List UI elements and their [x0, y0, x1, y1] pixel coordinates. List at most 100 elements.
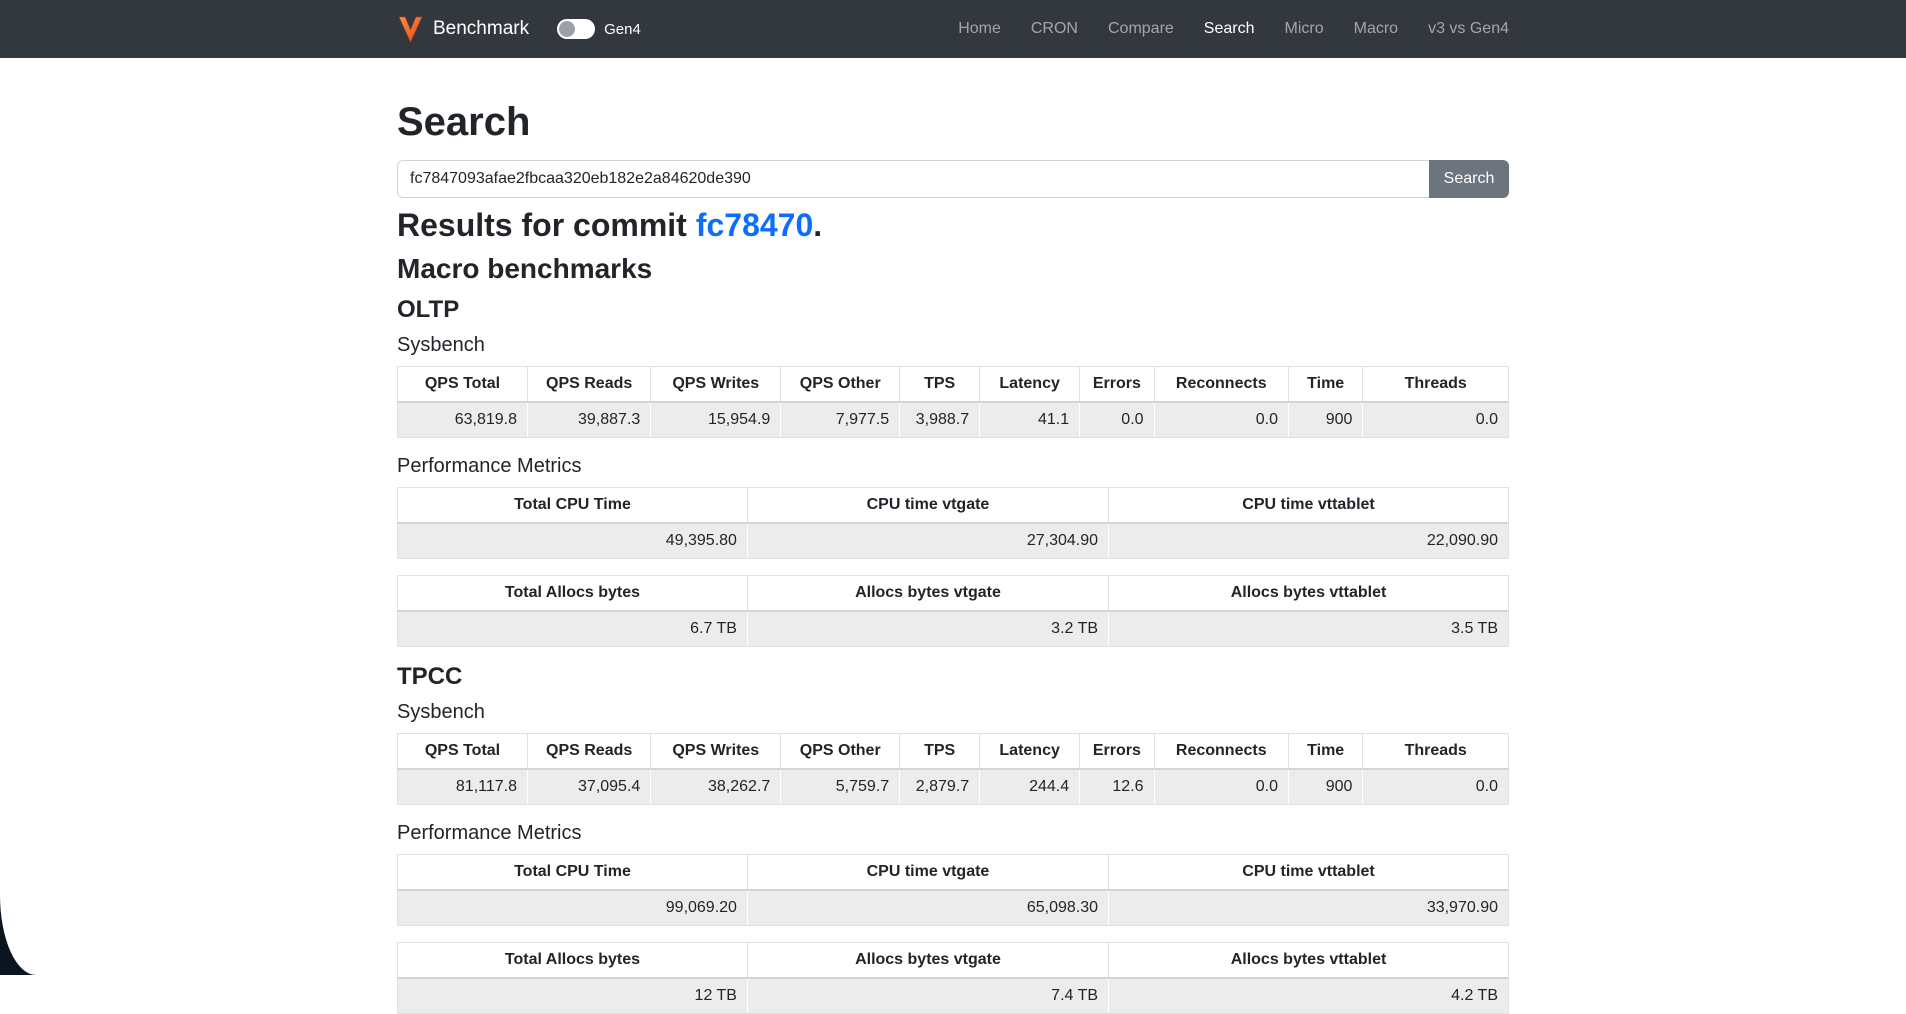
vitess-logo-icon [397, 16, 424, 43]
navbar: Benchmark Gen4 Home CRON Compare Search … [0, 0, 1906, 58]
results-prefix: Results for commit [397, 207, 687, 243]
section-oltp: OLTP Sysbench QPS Total QPS Reads QPS Wr… [397, 296, 1509, 647]
cpu-time-table: Total CPU Time CPU time vtgate CPU time … [397, 854, 1509, 926]
col-qps-other: QPS Other [781, 366, 900, 402]
col-allocs-vtgate: Allocs bytes vtgate [747, 942, 1108, 978]
col-time: Time [1288, 366, 1362, 402]
col-cpu-time-vtgate: CPU time vtgate [747, 487, 1108, 523]
search-input-group: Search [397, 160, 1509, 198]
col-time: Time [1288, 733, 1362, 769]
commit-link[interactable]: fc78470 [696, 207, 813, 243]
cell-cpu-time-vttablet: 22,090.90 [1109, 523, 1509, 559]
screen-corner-artifact [0, 895, 36, 975]
cell-cpu-time-vttablet: 33,970.90 [1109, 890, 1509, 926]
sysbench-results-table: QPS Total QPS Reads QPS Writes QPS Other… [397, 733, 1509, 805]
col-total-cpu-time: Total CPU Time [398, 487, 748, 523]
col-qps-writes: QPS Writes [651, 366, 781, 402]
col-tps: TPS [900, 733, 980, 769]
cell-total-allocs: 12 TB [398, 978, 748, 1014]
cell-cpu-time-vtgate: 65,098.30 [747, 890, 1108, 926]
col-reconnects: Reconnects [1154, 366, 1288, 402]
col-cpu-time-vtgate: CPU time vtgate [747, 854, 1108, 890]
col-qps-writes: QPS Writes [651, 733, 781, 769]
nav-item-cron[interactable]: CRON [1016, 20, 1093, 38]
cell-qps-reads: 37,095.4 [527, 769, 650, 805]
table-header-row: QPS Total QPS Reads QPS Writes QPS Other… [398, 733, 1509, 769]
cell-qps-other: 7,977.5 [781, 402, 900, 438]
table-row: 49,395.80 27,304.90 22,090.90 [398, 523, 1509, 559]
col-errors: Errors [1080, 366, 1154, 402]
cell-qps-writes: 38,262.7 [651, 769, 781, 805]
cell-tps: 3,988.7 [900, 402, 980, 438]
benchmark-title: OLTP [397, 296, 1509, 325]
col-errors: Errors [1080, 733, 1154, 769]
page-title: Search [397, 98, 1509, 146]
nav-item-v3-vs-gen4[interactable]: v3 vs Gen4 [1413, 20, 1509, 38]
table-row: 99,069.20 65,098.30 33,970.90 [398, 890, 1509, 926]
col-cpu-time-vttablet: CPU time vttablet [1109, 487, 1509, 523]
cell-allocs-vttablet: 3.5 TB [1109, 611, 1509, 647]
cell-threads: 0.0 [1363, 402, 1509, 438]
col-allocs-vtgate: Allocs bytes vtgate [747, 575, 1108, 611]
brand-link[interactable]: Benchmark [397, 16, 529, 43]
benchmark-title: TPCC [397, 663, 1509, 692]
cell-time: 900 [1288, 769, 1362, 805]
col-threads: Threads [1363, 733, 1509, 769]
sysbench-label: Sysbench [397, 333, 1509, 357]
nav-item-search[interactable]: Search [1189, 20, 1270, 38]
table-header-row: Total CPU Time CPU time vtgate CPU time … [398, 854, 1509, 890]
nav-item-macro[interactable]: Macro [1339, 20, 1413, 38]
main-content: Search Search Results for commitfc78470.… [397, 58, 1509, 1014]
nav-item-compare[interactable]: Compare [1093, 20, 1189, 38]
nav-item-micro[interactable]: Micro [1270, 20, 1339, 38]
table-header-row: QPS Total QPS Reads QPS Writes QPS Other… [398, 366, 1509, 402]
table-row: 81,117.8 37,095.4 38,262.7 5,759.7 2,879… [398, 769, 1509, 805]
cell-allocs-vtgate: 3.2 TB [747, 611, 1108, 647]
col-latency: Latency [980, 733, 1080, 769]
cell-qps-total: 63,819.8 [398, 402, 528, 438]
cell-errors: 0.0 [1080, 402, 1154, 438]
col-latency: Latency [980, 366, 1080, 402]
cell-latency: 244.4 [980, 769, 1080, 805]
col-threads: Threads [1363, 366, 1509, 402]
results-heading: Results for commitfc78470. [397, 206, 1509, 244]
search-input[interactable] [397, 160, 1429, 198]
toggle-knob [559, 21, 575, 37]
nav-item-home[interactable]: Home [943, 20, 1016, 38]
search-button[interactable]: Search [1429, 160, 1509, 198]
cell-reconnects: 0.0 [1154, 402, 1288, 438]
cell-latency: 41.1 [980, 402, 1080, 438]
table-header-row: Total Allocs bytes Allocs bytes vtgate A… [398, 942, 1509, 978]
cell-errors: 12.6 [1080, 769, 1154, 805]
brand-label: Benchmark [433, 18, 529, 40]
toggle-label: Gen4 [604, 21, 641, 38]
table-row: 63,819.8 39,887.3 15,954.9 7,977.5 3,988… [398, 402, 1509, 438]
cell-cpu-time-vtgate: 27,304.90 [747, 523, 1108, 559]
table-row: 12 TB 7.4 TB 4.2 TB [398, 978, 1509, 1014]
cell-allocs-vttablet: 4.2 TB [1109, 978, 1509, 1014]
macro-benchmarks-title: Macro benchmarks [397, 252, 1509, 286]
cell-qps-other: 5,759.7 [781, 769, 900, 805]
col-qps-reads: QPS Reads [527, 366, 650, 402]
cell-total-cpu-time: 49,395.80 [398, 523, 748, 559]
section-tpcc: TPCC Sysbench QPS Total QPS Reads QPS Wr… [397, 663, 1509, 1014]
col-qps-total: QPS Total [398, 366, 528, 402]
toggle-switch-icon[interactable] [557, 19, 595, 39]
allocs-bytes-table: Total Allocs bytes Allocs bytes vtgate A… [397, 575, 1509, 647]
cpu-time-table: Total CPU Time CPU time vtgate CPU time … [397, 487, 1509, 559]
navbar-inner: Benchmark Gen4 Home CRON Compare Search … [397, 16, 1509, 43]
col-total-allocs: Total Allocs bytes [398, 575, 748, 611]
sysbench-label: Sysbench [397, 700, 1509, 724]
table-header-row: Total CPU Time CPU time vtgate CPU time … [398, 487, 1509, 523]
performance-metrics-label: Performance Metrics [397, 454, 1509, 478]
col-allocs-vttablet: Allocs bytes vttablet [1109, 942, 1509, 978]
col-reconnects: Reconnects [1154, 733, 1288, 769]
cell-qps-writes: 15,954.9 [651, 402, 781, 438]
gen4-toggle[interactable]: Gen4 [557, 19, 641, 39]
performance-metrics-label: Performance Metrics [397, 821, 1509, 845]
cell-allocs-vtgate: 7.4 TB [747, 978, 1108, 1014]
table-header-row: Total Allocs bytes Allocs bytes vtgate A… [398, 575, 1509, 611]
cell-tps: 2,879.7 [900, 769, 980, 805]
col-total-cpu-time: Total CPU Time [398, 854, 748, 890]
col-total-allocs: Total Allocs bytes [398, 942, 748, 978]
